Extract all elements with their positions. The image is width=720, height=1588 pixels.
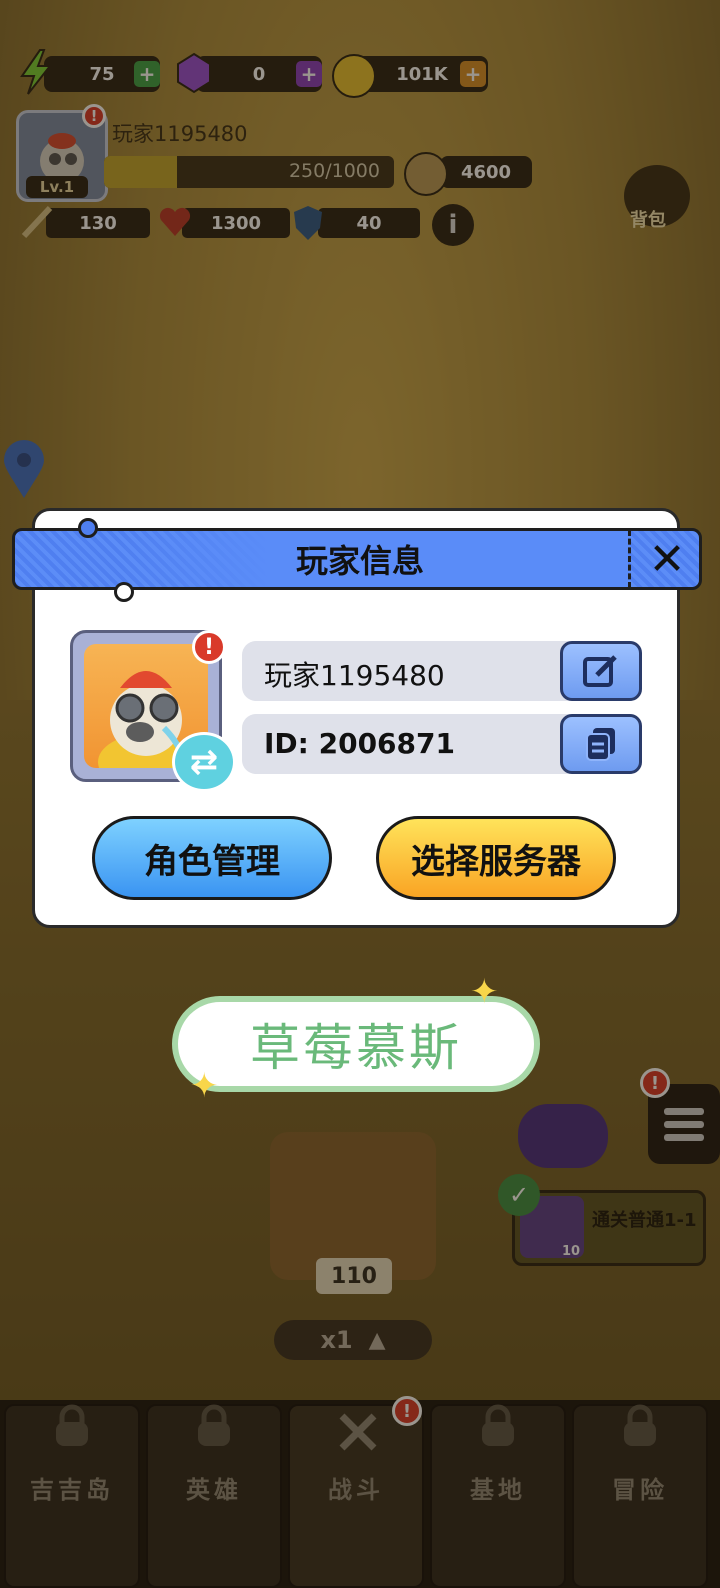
select-server-label: 选择服务器 (411, 841, 581, 882)
copy-id-button[interactable] (560, 714, 642, 774)
header-rivet (114, 582, 134, 602)
copy-icon (586, 728, 615, 761)
close-button[interactable]: ✕ (628, 530, 703, 588)
player-name-text: 玩家1195480 (264, 659, 445, 692)
player-id-text: ID: 2006871 (264, 727, 455, 760)
toast-text: 草莓慕斯 (250, 1019, 462, 1077)
edit-icon (583, 655, 617, 687)
select-server-button[interactable]: 选择服务器 (376, 816, 616, 900)
close-icon: ✕ (648, 533, 686, 585)
role-management-button[interactable]: 角色管理 (92, 816, 332, 900)
sparkle-icon: ✦ (190, 1066, 219, 1106)
swap-arrows-icon: ⇄ (189, 742, 219, 782)
edit-name-button[interactable] (560, 641, 642, 701)
avatar-alert-badge: ! (192, 630, 226, 664)
swap-avatar-button[interactable]: ⇄ (172, 732, 236, 792)
role-management-label: 角色管理 (144, 841, 280, 882)
header-rivet (78, 518, 98, 538)
sparkle-icon: ✦ (470, 972, 499, 1012)
dialog-title: 玩家信息 (295, 542, 424, 580)
